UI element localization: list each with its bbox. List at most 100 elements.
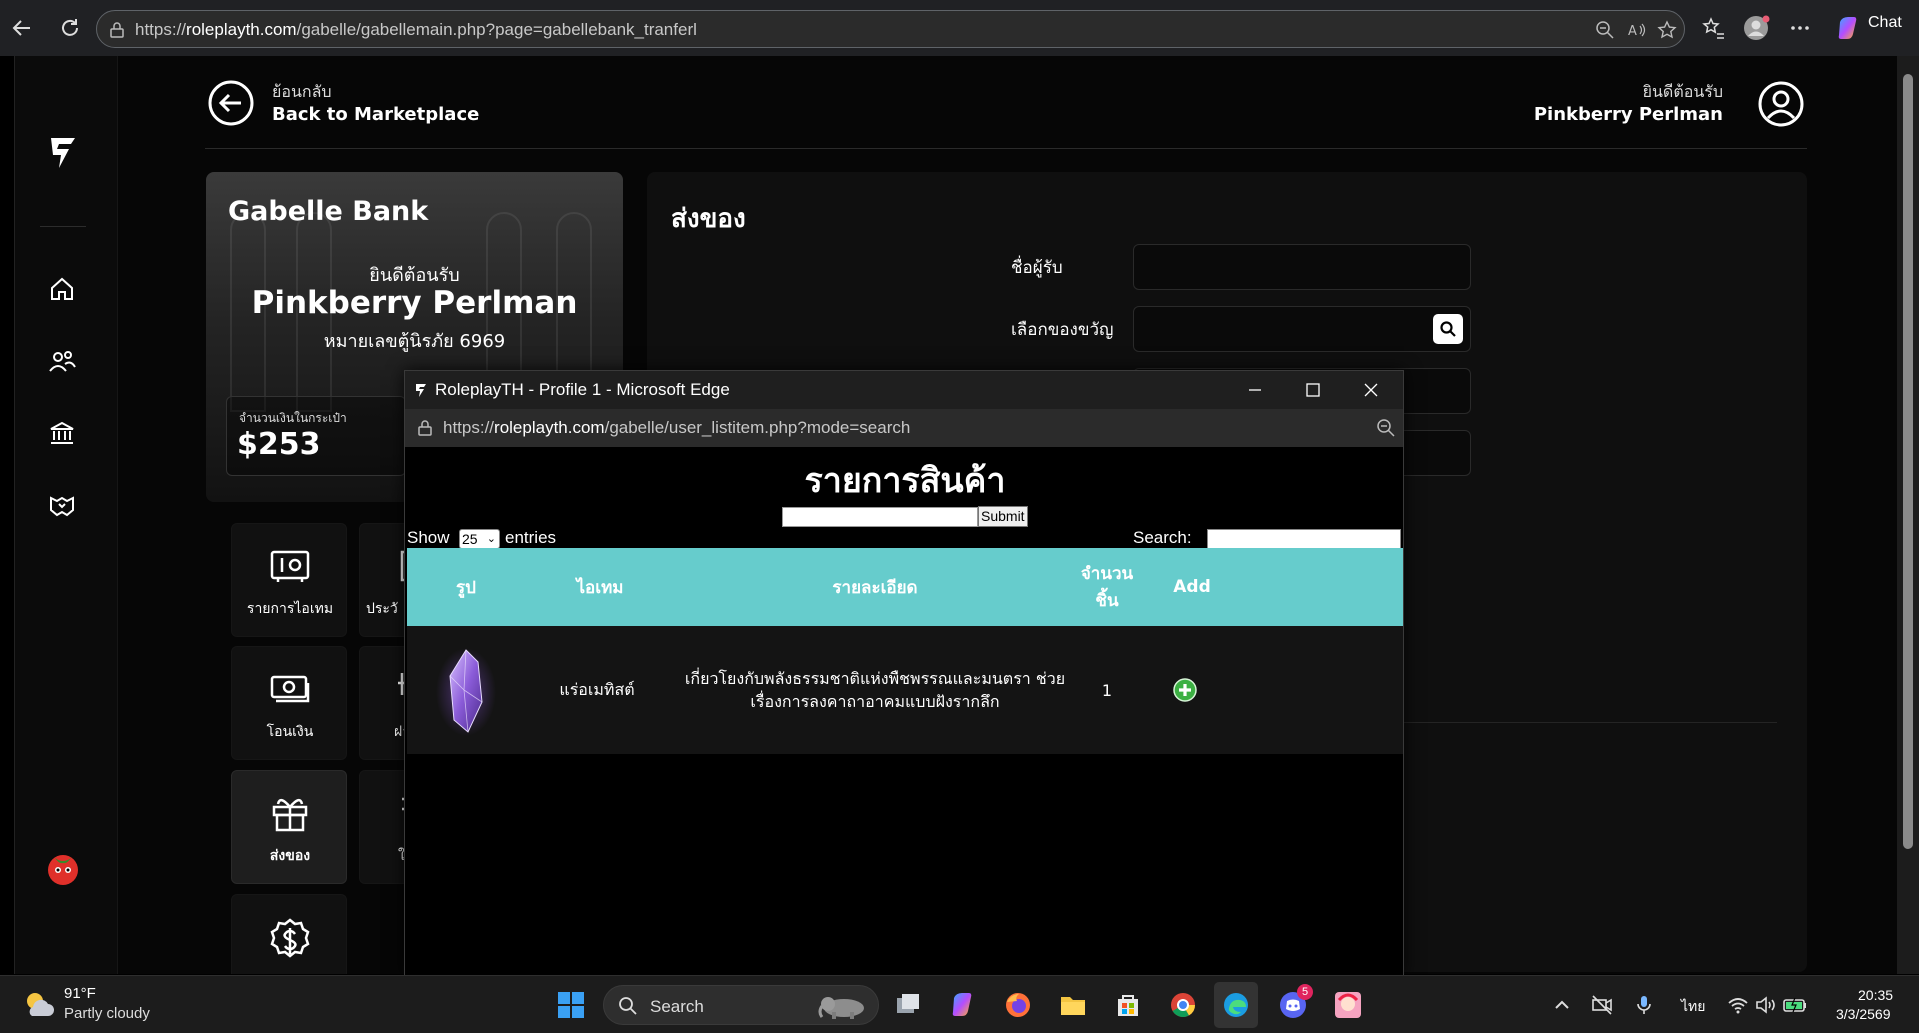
item-search-text-input[interactable] (782, 507, 978, 527)
windows-taskbar: 91°F Partly cloudy Search 5 ไทย 20:35 3/… (0, 975, 1919, 1033)
copilot-icon[interactable] (948, 990, 978, 1020)
chevron-up-icon[interactable] (1550, 993, 1574, 1017)
popup-address-bar[interactable]: https://roleplayth.com/gabelle/user_list… (405, 409, 1403, 447)
weather-partly-cloudy-icon[interactable] (22, 988, 56, 1022)
recipient-label: ชื่อผู้รับ (1011, 258, 1063, 278)
game-app-icon[interactable] (1333, 990, 1363, 1020)
favorites-icon[interactable] (1699, 14, 1727, 42)
column-header-add[interactable]: Add (1147, 548, 1237, 626)
back-to-marketplace-link[interactable]: Back to Marketplace (272, 104, 479, 125)
edge-active-slot[interactable] (1214, 982, 1258, 1028)
search-icon (1440, 321, 1456, 337)
taskbar-search-box[interactable]: Search (603, 985, 879, 1025)
refresh-icon[interactable] (56, 14, 84, 42)
read-aloud-icon[interactable]: A (1627, 20, 1647, 40)
page-scrollbar[interactable] (1897, 56, 1919, 974)
recipient-input[interactable] (1133, 244, 1471, 290)
table-search-label: Search: (1133, 528, 1192, 547)
firefox-icon[interactable] (1003, 990, 1033, 1020)
tile-label: รายการไอเทม (246, 601, 334, 617)
item-list-heading: รายการสินค้า (804, 461, 1006, 501)
tile-item-list[interactable]: รายการไอเทม (231, 523, 347, 637)
more-menu-icon[interactable] (1786, 14, 1814, 42)
volume-icon[interactable] (1754, 993, 1778, 1017)
lock-icon[interactable] (107, 20, 127, 40)
minimize-icon[interactable] (1245, 380, 1265, 400)
close-icon[interactable] (1361, 380, 1381, 400)
wallet-label: จำนวนเงินในกระเป๋า (239, 411, 347, 425)
tile-money-transfer[interactable]: โอนเงิน (231, 646, 347, 760)
tile-label: ส่งของ (269, 848, 311, 864)
wallet-balance: $253 (237, 427, 321, 462)
bank-icon[interactable] (47, 418, 77, 448)
camera-off-icon[interactable] (1590, 993, 1614, 1017)
bank-title: Gabelle Bank (228, 196, 429, 227)
copilot-icon[interactable] (1834, 14, 1862, 42)
chrome-icon[interactable] (1168, 990, 1198, 1020)
address-bar[interactable]: https://roleplayth.com/gabelle/gabellema… (96, 10, 1685, 48)
clock-time[interactable]: 20:35 (1858, 987, 1893, 1003)
popup-titlebar: RoleplayTH - Profile 1 - Microsoft Edge (405, 371, 1403, 409)
profile-avatar-icon[interactable] (1742, 14, 1770, 42)
tile-send-item[interactable]: ส่งของ (231, 770, 347, 884)
item-detail-cell: เกี่ยวโยงกับพลังธรรมชาติแห่งพืชพรรณและมน… (684, 669, 1066, 711)
address-url: https://roleplayth.com/gabelle/gabellema… (135, 20, 697, 39)
home-icon[interactable] (47, 274, 77, 304)
clock-date[interactable]: 3/3/2569 (1836, 1006, 1891, 1022)
submit-button[interactable]: Submit (978, 506, 1028, 527)
add-plus-icon[interactable] (1172, 677, 1198, 703)
column-header-image[interactable]: รูป (407, 548, 525, 626)
tile-dollar[interactable] (231, 894, 347, 974)
entries-label: entries (505, 528, 557, 547)
wallet-box: จำนวนเงินในกระเป๋า $253 (226, 396, 406, 476)
money-transfer-icon (270, 675, 310, 703)
item-image-cell (407, 626, 525, 754)
item-name-cell: แร่อเมทิสต์ (559, 679, 635, 699)
language-indicator[interactable]: ไทย (1681, 996, 1705, 1018)
lock-icon[interactable] (415, 418, 435, 438)
favorite-star-icon[interactable] (1657, 20, 1677, 40)
chat-label[interactable]: Chat (1868, 14, 1902, 32)
show-label: Show (407, 528, 450, 547)
handshake-icon[interactable] (47, 490, 77, 520)
entries-select-value: 25 (462, 531, 478, 547)
gift-search-button[interactable] (1433, 314, 1463, 344)
weather-temperature[interactable]: 91°F (64, 985, 96, 1002)
gift-label: เลือกของขวัญ (1011, 320, 1114, 340)
item-list-popup-window: RoleplayTH - Profile 1 - Microsoft Edge … (404, 370, 1404, 976)
user-profile-icon[interactable] (1757, 80, 1805, 128)
microphone-icon[interactable] (1632, 993, 1656, 1017)
wifi-icon[interactable] (1726, 993, 1750, 1017)
column-header-qty[interactable]: จำนวน ชิ้น (1067, 548, 1147, 626)
scrollbar-thumb[interactable] (1903, 74, 1913, 849)
amethyst-crystal-image (436, 648, 496, 736)
column-header-detail[interactable]: รายละเอียด (675, 548, 1075, 626)
battery-charging-icon[interactable] (1782, 993, 1808, 1017)
file-explorer-icon[interactable] (1058, 990, 1088, 1020)
table-header: รูป ไอเทม รายละเอียด จำนวน ชิ้น Add (407, 548, 1403, 626)
maximize-icon[interactable] (1303, 380, 1323, 400)
header-divider (205, 148, 1807, 149)
task-view-icon[interactable] (893, 990, 923, 1020)
welcome-username: Pinkberry Perlman (1533, 104, 1723, 125)
zoom-icon[interactable] (1595, 20, 1615, 40)
tomato-avatar-icon[interactable] (43, 848, 83, 888)
weather-description[interactable]: Partly cloudy (64, 1005, 150, 1022)
back-label-thai[interactable]: ย้อนกลับ (272, 80, 332, 105)
gift-select-input[interactable] (1133, 306, 1471, 352)
sidebar (15, 56, 118, 974)
table-search-input[interactable] (1207, 529, 1401, 549)
users-icon[interactable] (47, 346, 77, 376)
microsoft-store-icon[interactable] (1113, 990, 1143, 1020)
zoom-icon[interactable] (1376, 418, 1396, 438)
sidebar-divider (40, 226, 86, 227)
back-arrow-icon[interactable] (8, 14, 36, 42)
item-qty-cell: 1 (1101, 680, 1113, 700)
entries-per-page-select[interactable]: 25 ⌄ (459, 529, 500, 549)
site-logo-icon[interactable] (45, 132, 81, 174)
column-header-item[interactable]: ไอเทม (525, 548, 675, 626)
add-cell (1147, 626, 1223, 754)
windows-start-icon[interactable] (556, 990, 586, 1020)
back-circle-icon[interactable] (208, 80, 254, 126)
taskbar-search-label: Search (650, 997, 704, 1016)
